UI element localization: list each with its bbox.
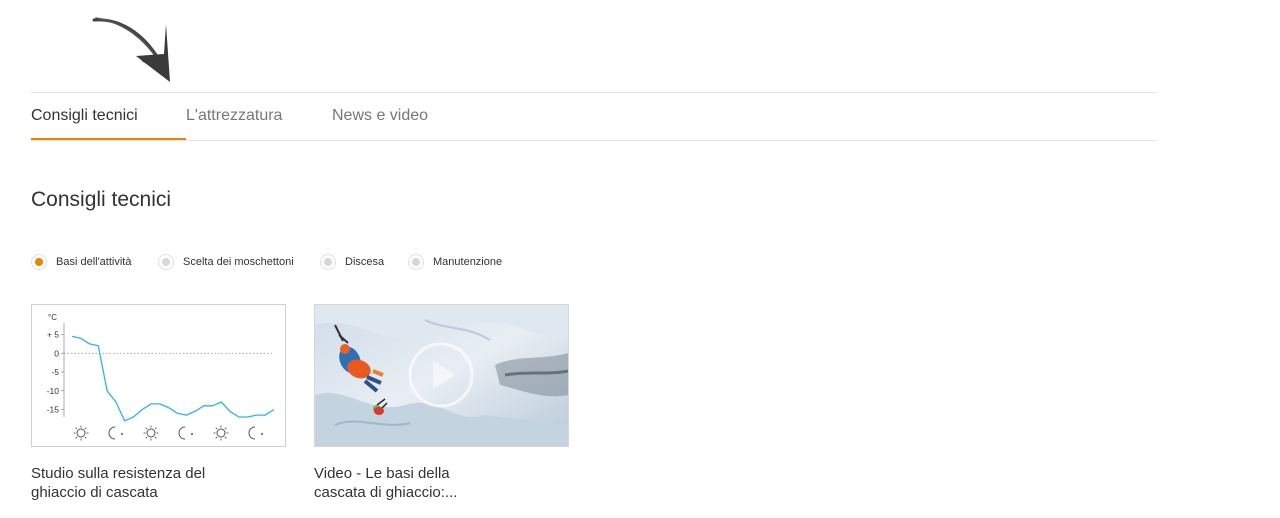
y-tick-label: 0 xyxy=(54,348,59,358)
temperature-chart: °C + 5 0 -5 -10 -15 xyxy=(47,313,275,441)
article-card-ice-study[interactable]: °C + 5 0 -5 -10 -15 Studio sulla resistenza d… xyxy=(31,304,286,502)
hand-drawn-arrow-icon xyxy=(92,17,170,82)
tab-label: L'attrezzatura xyxy=(186,107,283,124)
filter-manutenzione[interactable]: Manutenzione xyxy=(408,252,502,272)
sun-ray xyxy=(224,427,227,430)
active-tab-indicator xyxy=(31,138,186,140)
card-title[interactable]: Video - Le basi della cascata di ghiacci… xyxy=(314,464,554,502)
sun-ray xyxy=(224,436,227,439)
radio-icon[interactable] xyxy=(408,254,424,270)
filter-scelta-moschettoni[interactable]: Scelta dei moschettoni xyxy=(158,252,294,272)
tab-label: Consigli tecnici xyxy=(31,107,138,124)
tab-attrezzatura[interactable]: L'attrezzatura xyxy=(186,93,282,140)
radio-selected-icon[interactable] xyxy=(31,254,47,270)
star-dot xyxy=(261,433,263,435)
star-dot xyxy=(191,433,193,435)
sun-ray xyxy=(145,427,148,430)
y-axis-unit-label: °C xyxy=(48,313,57,322)
sun-icon xyxy=(216,428,226,438)
video-thumbnail[interactable] xyxy=(314,304,569,447)
star-dot xyxy=(121,433,123,435)
card-title-line: ghiaccio di cascata xyxy=(31,484,158,501)
y-tick-label: + 5 xyxy=(47,330,59,340)
radio-icon[interactable] xyxy=(158,254,174,270)
moon-icon xyxy=(108,426,116,440)
y-tick-label: -5 xyxy=(51,367,59,377)
filter-basi-attivita[interactable]: Basi dell'attività xyxy=(31,252,131,272)
moon-icon xyxy=(248,426,256,440)
tab-consigli-tecnici[interactable]: Consigli tecnici xyxy=(31,93,138,140)
sun-icon xyxy=(146,428,156,438)
card-title-line: Video - Le basi della xyxy=(314,465,450,482)
sun-ray xyxy=(84,436,87,439)
page: Consigli tecnici L'attrezzatura News e v… xyxy=(0,0,1280,518)
filter-label: Basi dell'attività xyxy=(56,256,132,268)
sun-ray xyxy=(75,427,78,430)
y-tick-label: -10 xyxy=(47,386,60,396)
sun-ray xyxy=(84,427,87,430)
filter-label: Scelta dei moschettoni xyxy=(183,256,294,268)
card-title-line: cascata di ghiaccio:... xyxy=(314,484,458,501)
tab-bar: Consigli tecnici L'attrezzatura News e v… xyxy=(31,92,1157,141)
sun-ray xyxy=(215,436,218,439)
tab-label: News e video xyxy=(332,107,429,124)
section-title: Consigli tecnici xyxy=(31,188,172,211)
filter-label: Discesa xyxy=(345,256,385,268)
moon-icon xyxy=(178,426,186,440)
sun-ray xyxy=(75,436,78,439)
card-title[interactable]: Studio sulla resistenza del ghiaccio di … xyxy=(31,464,271,502)
sun-ray xyxy=(154,427,157,430)
card-thumbnail[interactable]: °C + 5 0 -5 -10 -15 xyxy=(31,304,286,447)
radio-icon[interactable] xyxy=(320,254,336,270)
temperature-series-line xyxy=(71,335,275,422)
filter-label: Manutenzione xyxy=(433,256,503,268)
article-card-video[interactable]: Video - Le basi della cascata di ghiacci… xyxy=(314,304,569,502)
sun-icon xyxy=(76,428,86,438)
card-title-line: Studio sulla resistenza del xyxy=(31,465,206,482)
sun-ray xyxy=(215,427,218,430)
sun-ray xyxy=(145,436,148,439)
tab-news-video[interactable]: News e video xyxy=(332,93,428,140)
ice-climbing-image xyxy=(315,305,568,446)
filter-discesa[interactable]: Discesa xyxy=(320,252,384,272)
y-tick-label: -15 xyxy=(47,405,60,415)
sun-ray xyxy=(154,436,157,439)
